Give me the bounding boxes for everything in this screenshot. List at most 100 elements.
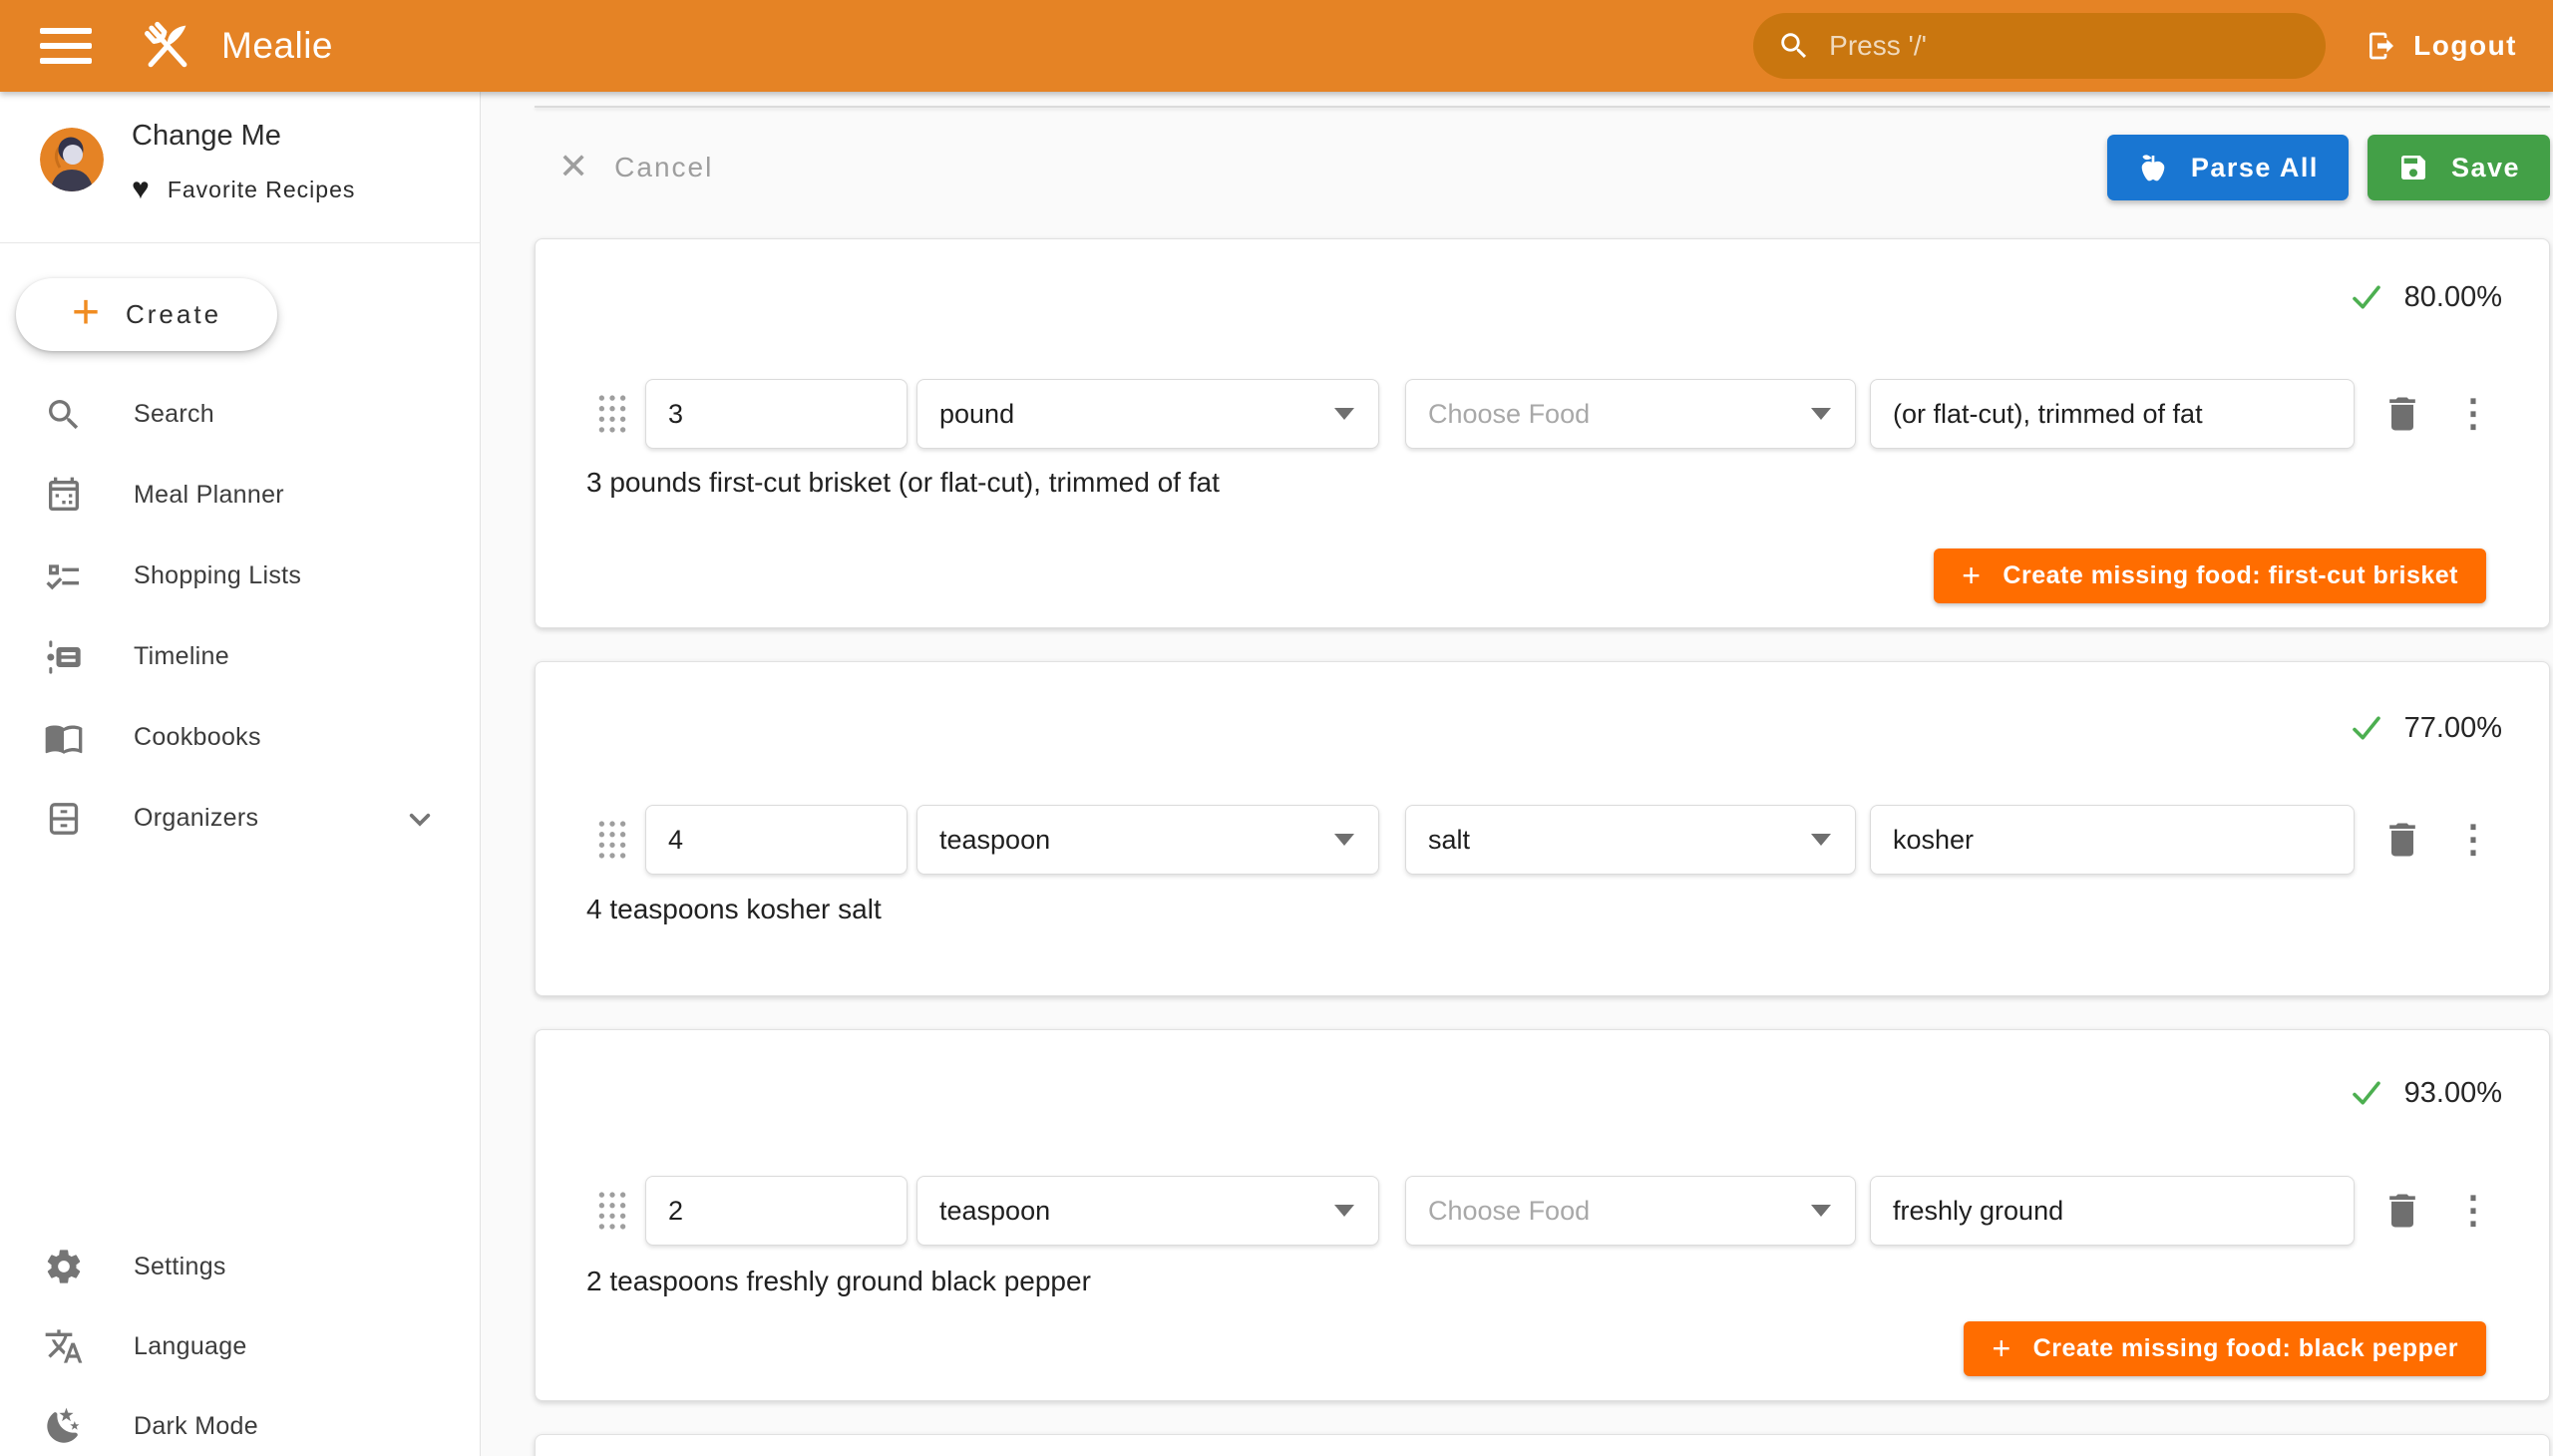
original-ingredient-text: 2 teaspoons freshly ground black pepper [586,1266,1091,1297]
unit-input[interactable] [917,380,1378,448]
search-icon [44,395,84,435]
sidebar-divider [0,242,480,243]
kebab-menu-icon[interactable]: ⋮ [2454,829,2492,852]
note-input[interactable] [1871,806,2354,874]
cancel-button[interactable]: ✕ Cancel [558,151,713,184]
food-input[interactable] [1406,806,1855,874]
save-label: Save [2451,153,2520,183]
save-icon [2397,152,2429,183]
ingredient-list: 80.00% [535,238,2550,1456]
note-field [1870,1176,2355,1246]
logout-button[interactable]: Logout [2366,30,2517,62]
confidence-badge: 93.00% [2349,1075,2502,1111]
quantity-field [645,379,908,449]
sidebar-item-label: Shopping Lists [134,561,301,590]
create-missing-food-button[interactable]: + Create missing food: black pepper [1964,1321,2486,1376]
logout-label: Logout [2413,30,2517,62]
quantity-field [645,1176,908,1246]
delete-icon[interactable] [2380,392,2424,436]
delete-icon[interactable] [2380,1189,2424,1233]
sidebar-item-timeline[interactable]: Timeline [0,616,480,697]
create-missing-food-label: Create missing food: first-cut brisket [2003,561,2458,590]
quantity-input[interactable] [646,806,907,874]
search-icon [1777,29,1811,63]
original-ingredient-text: 4 teaspoons kosher salt [586,894,882,925]
mealie-logo-icon [136,14,199,78]
original-ingredient-text: 3 pounds first-cut brisket (or flat-cut)… [586,467,1220,499]
user-name: Change Me [132,120,355,153]
create-button[interactable]: + Create [16,278,277,351]
unit-select [916,805,1379,875]
quantity-input[interactable] [646,380,907,448]
sidebar-item-organizers[interactable]: Organizers [0,778,480,859]
dropdown-arrow-icon [1811,1205,1831,1217]
sidebar-item-shopping-lists[interactable]: Shopping Lists [0,536,480,616]
ingredient-row: ⋮ [536,805,2549,875]
note-field [1870,805,2355,875]
timeline-icon [44,637,84,677]
gear-icon [44,1247,84,1286]
kebab-menu-icon[interactable]: ⋮ [2454,1200,2492,1223]
user-block[interactable]: Change Me ♥ Favorite Recipes [40,120,355,204]
dropdown-arrow-icon [1334,1205,1354,1217]
dropdown-arrow-icon [1811,834,1831,846]
apple-icon [2137,152,2169,183]
sidebar-item-dark-mode[interactable]: Dark Mode [0,1386,480,1456]
favorite-recipes-link[interactable]: ♥ Favorite Recipes [132,175,355,204]
search-input[interactable]: Press '/' [1753,13,2326,79]
kebab-menu-icon[interactable]: ⋮ [2454,403,2492,426]
unit-select [916,379,1379,449]
app-title: Mealie [221,25,333,67]
dropdown-arrow-icon [1334,408,1354,420]
sidebar-footer: Settings Language Dark Mode [0,1227,480,1456]
confidence-badge: 80.00% [2349,279,2502,315]
note-input[interactable] [1871,1177,2354,1245]
drag-handle-icon[interactable] [593,1188,631,1234]
unit-input[interactable] [917,1177,1378,1245]
parse-all-button[interactable]: Parse All [2107,135,2349,200]
food-select [1405,805,1856,875]
ingredient-row: ⋮ [536,1176,2549,1246]
drag-handle-icon[interactable] [593,817,631,863]
sidebar-menu: Search Meal Planner Shopping Lists Timel… [0,374,480,859]
save-button[interactable]: Save [2368,135,2550,200]
sidebar-item-label: Meal Planner [134,481,284,510]
main-content: ✕ Cancel Parse All Save 80.00% [482,92,2553,1456]
drag-handle-icon[interactable] [593,391,631,437]
food-input[interactable] [1406,380,1855,448]
ingredient-card: 80.00% [535,238,2550,628]
delete-icon[interactable] [2380,818,2424,862]
unit-input[interactable] [917,806,1378,874]
sidebar-item-cookbooks[interactable]: Cookbooks [0,697,480,778]
sidebar-item-language[interactable]: Language [0,1306,480,1386]
hamburger-menu-icon[interactable] [40,28,92,64]
plus-icon: + [1962,559,1981,591]
search-placeholder: Press '/' [1829,30,1927,62]
food-select [1405,379,1856,449]
plus-icon: + [1992,1332,2010,1364]
confidence-value: 77.00% [2404,712,2502,745]
confidence-badge: 77.00% [2349,710,2502,746]
calendar-icon [44,476,84,516]
note-field [1870,379,2355,449]
app-bar: Mealie Press '/' Logout [0,0,2553,92]
chevron-down-icon[interactable] [400,799,440,839]
plus-icon: + [72,289,100,337]
sidebar-item-label: Timeline [134,642,229,671]
sidebar-item-label: Dark Mode [134,1412,258,1441]
sidebar-item-search[interactable]: Search [0,374,480,455]
sidebar-item-label: Settings [134,1253,226,1281]
ingredient-card: 77.00% [535,661,2550,996]
dropdown-arrow-icon [1811,408,1831,420]
create-missing-food-button[interactable]: + Create missing food: first-cut brisket [1934,548,2486,603]
parser-toolbar: ✕ Cancel Parse All Save [558,135,2550,200]
sidebar-item-label: Language [134,1332,247,1361]
food-input[interactable] [1406,1177,1855,1245]
confidence-value: 93.00% [2404,1077,2502,1110]
checklist-icon [44,556,84,596]
quantity-input[interactable] [646,1177,907,1245]
note-input[interactable] [1871,380,2354,448]
sidebar-item-meal-planner[interactable]: Meal Planner [0,455,480,536]
food-select [1405,1176,1856,1246]
sidebar-item-settings[interactable]: Settings [0,1227,480,1306]
